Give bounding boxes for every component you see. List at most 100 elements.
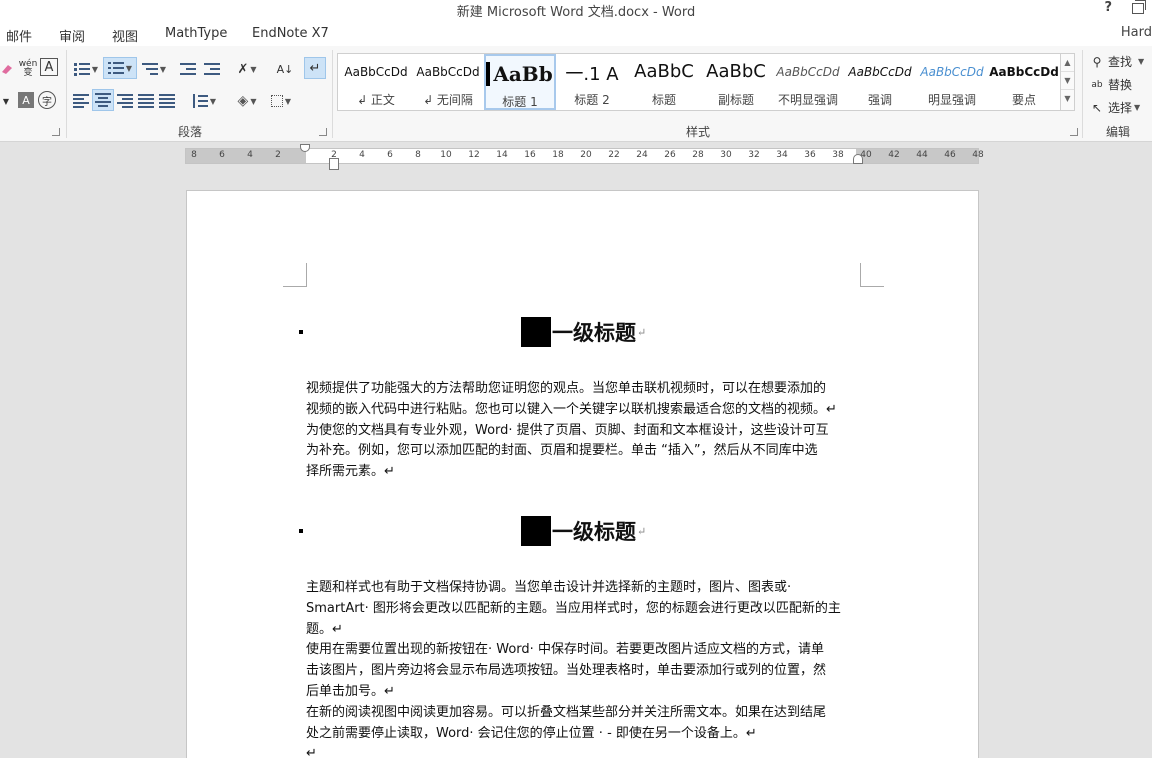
- bullets-icon: [73, 62, 90, 76]
- decrease-indent-icon: [180, 62, 196, 76]
- styles-dialog-launcher[interactable]: [1070, 128, 1078, 136]
- ruler-tick: 42: [888, 150, 900, 160]
- ruler-tick: 2: [275, 150, 281, 160]
- style-intense-emphasis[interactable]: AaBbCcDd 明显强调: [916, 54, 988, 110]
- heading-2[interactable]: 一级标题 ↵: [521, 516, 646, 546]
- text-line: 主题和样式也有助于文档保持协调。当您单击设计并选择新的主题时，图片、图表或·: [306, 580, 792, 595]
- line-spacing-icon: [192, 94, 208, 108]
- sort-button[interactable]: A↓: [274, 58, 296, 80]
- borders-button[interactable]: ▼: [266, 90, 296, 112]
- gallery-more-icon[interactable]: ▼: [1061, 90, 1074, 108]
- font-dialog-launcher[interactable]: [52, 128, 60, 136]
- shading-button[interactable]: ◈ ▼: [232, 90, 262, 112]
- style-subtle-emphasis[interactable]: AaBbCcDd 不明显强调: [772, 54, 844, 110]
- editing-group-label: 编辑: [1106, 125, 1131, 139]
- distributed-button[interactable]: [158, 90, 176, 112]
- phonetic-guide-base: 变: [23, 68, 33, 78]
- style-name: ↲ 无间隔: [423, 93, 473, 107]
- multilevel-list-button[interactable]: ▼: [140, 58, 168, 80]
- paragraph-dialog-launcher[interactable]: [319, 128, 327, 136]
- increase-indent-button[interactable]: [202, 58, 222, 80]
- ruler-tick: 10: [440, 150, 452, 160]
- style-title[interactable]: AaBbC 标题: [628, 54, 700, 110]
- tab-review[interactable]: 审阅: [59, 26, 85, 45]
- style-sample: AaBbCcDd: [344, 65, 408, 79]
- text-line: 处之前需要停止读取，Word· 会记住您的停止位置 · - 即使在另一个设备上。…: [306, 725, 757, 741]
- gallery-scrollbar[interactable]: ▲ ▼ ▼: [1060, 54, 1074, 110]
- ruler-tick: 20: [580, 150, 592, 160]
- sort-icon: A↓: [276, 62, 294, 76]
- align-center-button[interactable]: [92, 89, 114, 111]
- text-line: 后单击加号。↵: [306, 683, 395, 699]
- gallery-up-icon[interactable]: ▲: [1061, 54, 1074, 72]
- ruler-tick: 30: [720, 150, 732, 160]
- bullets-button[interactable]: ▼: [72, 58, 100, 80]
- title-bar: 新建 Microsoft Word 文档.docx - Word ?: [0, 0, 1152, 20]
- heading-1[interactable]: 一级标题 ↵: [521, 317, 646, 347]
- body-paragraph-1[interactable]: 视频提供了功能强大的方法帮助您证明您的观点。当您单击联机视频时，可以在想要添加的…: [306, 379, 864, 483]
- ruler-tick: 48: [972, 150, 984, 160]
- style-name: 标题 1: [502, 95, 538, 109]
- ruler-tick: 24: [636, 150, 648, 160]
- help-button[interactable]: ?: [1104, 0, 1112, 15]
- gallery-down-icon[interactable]: ▼: [1061, 72, 1074, 90]
- right-indent-marker[interactable]: [853, 154, 863, 164]
- style-heading-2[interactable]: 一.1 A 标题 2: [556, 54, 628, 110]
- heading-number-block: [521, 516, 551, 546]
- ruler-tick: 12: [468, 150, 480, 160]
- ruler-area: 8 6 4 2 2 4 6 8 10 12 14 16 18 20 22 24 26 28 30 32 34 36 38 40…: [0, 142, 1152, 172]
- style-normal[interactable]: AaBbCcDd ↲ 正文: [340, 54, 412, 110]
- justify-button[interactable]: [137, 90, 155, 112]
- ruler-tick: 8: [415, 150, 421, 160]
- ruler-tick: 4: [359, 150, 365, 160]
- style-heading-1[interactable]: AaBb 标题 1: [484, 54, 556, 110]
- phonetic-guide-icon[interactable]: wén 变: [18, 58, 38, 80]
- style-sample: 一.1 A: [565, 64, 619, 85]
- body-paragraph-2[interactable]: 主题和样式也有助于文档保持协调。当您单击设计并选择新的主题时，图片、图表或· Sm…: [306, 578, 864, 758]
- line-spacing-button[interactable]: ▼: [190, 90, 218, 112]
- chinese-layout-button[interactable]: ✗ ▼: [232, 58, 262, 80]
- decrease-indent-button[interactable]: [178, 58, 198, 80]
- character-border-icon[interactable]: A: [40, 58, 58, 76]
- heading-text: 一级标题: [552, 320, 636, 345]
- style-name: 标题: [651, 93, 676, 107]
- align-right-icon: [117, 94, 133, 108]
- numbering-button[interactable]: ▼: [103, 57, 137, 79]
- character-shading-icon[interactable]: A: [18, 92, 34, 108]
- list-bullet: [299, 529, 303, 533]
- align-right-button[interactable]: [116, 90, 134, 112]
- tab-endnote[interactable]: EndNote X7: [252, 26, 329, 41]
- ribbon: wén 变 A ▼ A 字 ▼ ▼ ▼ ✗ ▼ A↓ ↵ ▼ ◈ ▼ ▼ 段落 …: [0, 46, 1152, 142]
- enclose-characters-icon[interactable]: 字: [38, 91, 56, 109]
- ruler-tick: 34: [776, 150, 788, 160]
- find-button[interactable]: ⚲ 查找 ▼: [1090, 53, 1145, 70]
- ruler-tick: 6: [387, 150, 393, 160]
- ruler-tick: 22: [608, 150, 620, 160]
- account-name[interactable]: Hard: [1121, 25, 1152, 40]
- style-strong[interactable]: AaBbCcDd 要点: [988, 54, 1060, 110]
- ruler-tick: 4: [247, 150, 253, 160]
- style-sample: AaBbCcDd: [776, 65, 840, 79]
- replace-label: 替换: [1108, 78, 1133, 92]
- align-left-button[interactable]: [72, 90, 90, 112]
- style-sample: AaBbC: [706, 61, 766, 82]
- align-center-icon: [95, 93, 111, 107]
- text-line: 为使您的文档具有专业外观，Word· 提供了页眉、页脚、封面和文本框设计，这些设…: [306, 422, 829, 438]
- restore-window-icon[interactable]: [1132, 0, 1146, 14]
- tab-mathtype[interactable]: MathType: [165, 26, 227, 41]
- cursor-arrow-icon: ↖: [1091, 100, 1103, 115]
- show-hide-marks-button[interactable]: ↵: [304, 57, 326, 79]
- clear-format-icon[interactable]: [0, 58, 14, 80]
- style-emphasis[interactable]: AaBbCcDd 强调: [844, 54, 916, 110]
- font-color-dropdown[interactable]: ▼: [0, 90, 12, 112]
- style-subtitle[interactable]: AaBbC 副标题: [700, 54, 772, 110]
- document-page[interactable]: 一级标题 ↵ 视频提供了功能强大的方法帮助您证明您的观点。当您单击联机视频时，可…: [186, 190, 979, 758]
- tab-mailings[interactable]: 邮件: [6, 26, 32, 45]
- replace-button[interactable]: ab 替换: [1090, 76, 1132, 93]
- tab-view[interactable]: 视图: [112, 26, 138, 45]
- left-indent-marker[interactable]: [329, 158, 339, 170]
- select-button[interactable]: ↖ 选择 ▼: [1090, 99, 1140, 116]
- style-no-spacing[interactable]: AaBbCcDd ↲ 无间隔: [412, 54, 484, 110]
- increase-indent-icon: [204, 62, 220, 76]
- heading-text: 一级标题: [552, 519, 636, 544]
